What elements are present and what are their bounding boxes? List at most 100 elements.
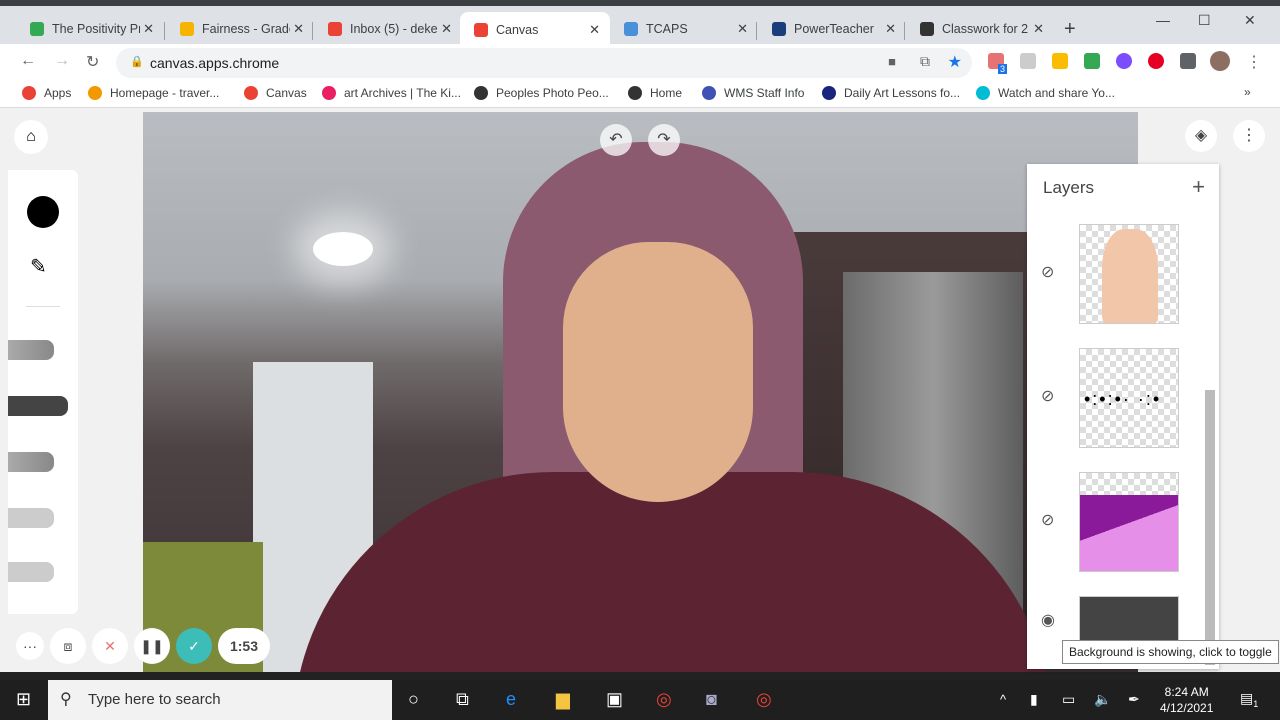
redo-button[interactable]: ↷ bbox=[648, 124, 680, 156]
back-icon[interactable]: ← bbox=[20, 52, 36, 70]
more-options-button[interactable]: ⋮ bbox=[1233, 120, 1265, 152]
bookmark-item[interactable]: Watch and share Yo... bbox=[976, 86, 1115, 100]
reload-icon[interactable]: ↻ bbox=[86, 52, 99, 72]
chalk-tool[interactable] bbox=[8, 508, 54, 528]
notifications-icon[interactable]: ▤1 bbox=[1240, 690, 1258, 709]
home-button[interactable]: ⌂ bbox=[14, 120, 48, 154]
bookmark-item[interactable]: Homepage - traver... bbox=[88, 86, 219, 100]
windows-start-icon[interactable]: ⊞ bbox=[16, 689, 31, 710]
close-tab-icon[interactable]: ✕ bbox=[737, 21, 748, 37]
minimize-button[interactable]: — bbox=[1156, 12, 1170, 28]
bookmark-item[interactable]: Daily Art Lessons fo... bbox=[822, 86, 960, 100]
task-view-icon[interactable]: ⧉ bbox=[456, 689, 469, 710]
puzzle-icon[interactable] bbox=[1180, 53, 1196, 69]
camera-icon[interactable]: ■ bbox=[888, 54, 896, 69]
camera-app-icon[interactable]: ◙ bbox=[706, 689, 717, 710]
more-button[interactable]: ··· bbox=[16, 632, 44, 660]
star-icon[interactable]: ★ bbox=[948, 52, 962, 72]
address-bar[interactable]: 🔒 canvas.apps.chrome ■ ⧉ ★ bbox=[116, 48, 972, 78]
bookmark-item[interactable]: art Archives | The Ki... bbox=[322, 86, 461, 100]
layer-thumbnail[interactable] bbox=[1079, 596, 1179, 642]
menu-icon[interactable]: ⋮ bbox=[1246, 52, 1262, 72]
clock[interactable]: 8:24 AM 4/12/2021 bbox=[1160, 684, 1213, 716]
tab-bar: The Positivity Pr ✕ Fairness - Grade ✕ Inbox… bbox=[0, 0, 1280, 48]
new-tab-button[interactable]: + bbox=[1064, 18, 1076, 41]
edge-icon[interactable]: e bbox=[506, 689, 516, 710]
close-tab-icon[interactable]: ✕ bbox=[441, 21, 452, 37]
layers-title: Layers bbox=[1043, 178, 1095, 197]
eraser-tool[interactable] bbox=[8, 562, 54, 582]
eye-off-icon[interactable]: ⊘ bbox=[1041, 262, 1054, 282]
tab-separator bbox=[904, 22, 905, 40]
file-explorer-icon[interactable]: ▆ bbox=[556, 689, 570, 710]
undo-button[interactable]: ↶ bbox=[600, 124, 632, 156]
usb-icon[interactable]: ▮ bbox=[1030, 691, 1038, 708]
eye-off-icon[interactable]: ⊘ bbox=[1041, 386, 1054, 406]
chrome-icon[interactable]: ◎ bbox=[656, 689, 672, 710]
tab-powerteacher[interactable]: PowerTeacher ✕ bbox=[758, 14, 906, 44]
tab-the[interactable]: The Positivity Pr ✕ bbox=[16, 14, 164, 44]
extension-icon[interactable] bbox=[1084, 53, 1100, 69]
maximize-button[interactable]: ☐ bbox=[1198, 12, 1211, 29]
pause-button[interactable]: ❚❚ bbox=[134, 628, 170, 664]
add-layer-button[interactable]: + bbox=[1192, 174, 1205, 200]
pinterest-icon[interactable] bbox=[1148, 53, 1164, 69]
bookmark-item[interactable]: Apps bbox=[22, 86, 71, 100]
layer-thumbnail[interactable] bbox=[1079, 224, 1179, 324]
confirm-button[interactable]: ✓ bbox=[176, 628, 212, 664]
close-tab-icon[interactable]: ✕ bbox=[293, 21, 304, 37]
pen-icon[interactable]: ✒ bbox=[1128, 691, 1140, 708]
bookmark-item[interactable]: WMS Staff Info bbox=[702, 86, 804, 100]
layers-button[interactable]: ◈ bbox=[1185, 120, 1217, 152]
bookmark-item[interactable]: Canvas bbox=[244, 86, 307, 100]
favicon-icon bbox=[180, 22, 194, 36]
show-hidden-icons[interactable]: ^ bbox=[1000, 692, 1006, 707]
close-tab-icon[interactable]: ✕ bbox=[1033, 21, 1044, 37]
tab-classwork[interactable]: Classwork for 2 ✕ bbox=[906, 14, 1054, 44]
tab-fairness[interactable]: Fairness - Grade ✕ bbox=[166, 14, 314, 44]
tab-inbox[interactable]: Inbox (5) - deke ✕ bbox=[314, 14, 462, 44]
tab-tcaps[interactable]: TCAPS ✕ bbox=[610, 14, 758, 44]
marker-tool[interactable] bbox=[8, 452, 54, 472]
bookmark-label: Peoples Photo Peo... bbox=[496, 86, 609, 100]
avatar[interactable] bbox=[1210, 51, 1230, 71]
eye-icon[interactable]: ◉ bbox=[1041, 610, 1055, 630]
cortana-icon[interactable]: ○ bbox=[408, 689, 419, 710]
layer-item[interactable]: ⊘ •:•:•· ·:• bbox=[1027, 348, 1207, 448]
color-picker[interactable] bbox=[27, 196, 59, 228]
cancel-button[interactable]: ✕ bbox=[92, 628, 128, 664]
volume-icon[interactable]: 🔈 bbox=[1094, 691, 1111, 708]
close-tab-icon[interactable]: ✕ bbox=[885, 21, 896, 37]
bookmark-label: WMS Staff Info bbox=[724, 86, 805, 100]
layer-thumbnail[interactable]: •:•:•· ·:• bbox=[1079, 348, 1179, 448]
close-window-button[interactable]: ✕ bbox=[1244, 12, 1256, 29]
extension-icon[interactable] bbox=[1020, 53, 1036, 69]
forward-icon[interactable]: → bbox=[54, 52, 70, 70]
layer-item[interactable]: ⊘ bbox=[1027, 224, 1207, 324]
layer-item[interactable]: ◉ bbox=[1027, 596, 1207, 642]
eye-off-icon[interactable]: ⊘ bbox=[1041, 510, 1054, 530]
camera-swap-button[interactable]: ⧈ bbox=[50, 628, 86, 664]
pen-tool[interactable] bbox=[8, 396, 68, 416]
bookmarks-more[interactable]: » bbox=[1244, 85, 1251, 99]
taskbar-search[interactable]: ⚲ Type here to search bbox=[48, 680, 392, 720]
pencil-tool[interactable] bbox=[8, 340, 54, 360]
open-external-icon[interactable]: ⧉ bbox=[920, 53, 930, 70]
layers-scrollbar[interactable] bbox=[1205, 220, 1215, 665]
bookmark-item[interactable]: Peoples Photo Peo... bbox=[474, 86, 609, 100]
store-icon[interactable]: ▣ bbox=[606, 689, 623, 710]
battery-icon[interactable]: ▭ bbox=[1062, 691, 1075, 708]
brush-size-icon[interactable]: ✎ bbox=[30, 254, 47, 279]
extension-icon[interactable] bbox=[1116, 53, 1132, 69]
drawing-canvas[interactable]: ↶ ↷ bbox=[143, 112, 1138, 672]
bookmark-icon bbox=[628, 86, 642, 100]
tab-canvas[interactable]: Canvas ✕ bbox=[460, 12, 610, 48]
layer-thumbnail[interactable] bbox=[1079, 472, 1179, 572]
extension-icon[interactable] bbox=[1052, 53, 1068, 69]
chrome-icon[interactable]: ◎ bbox=[756, 689, 772, 710]
close-tab-icon[interactable]: ✕ bbox=[143, 21, 154, 37]
bookmark-label: art Archives | The Ki... bbox=[344, 86, 461, 100]
close-tab-icon[interactable]: ✕ bbox=[589, 22, 600, 38]
layer-item[interactable]: ⊘ bbox=[1027, 472, 1207, 572]
bookmark-item[interactable]: Home bbox=[628, 86, 682, 100]
